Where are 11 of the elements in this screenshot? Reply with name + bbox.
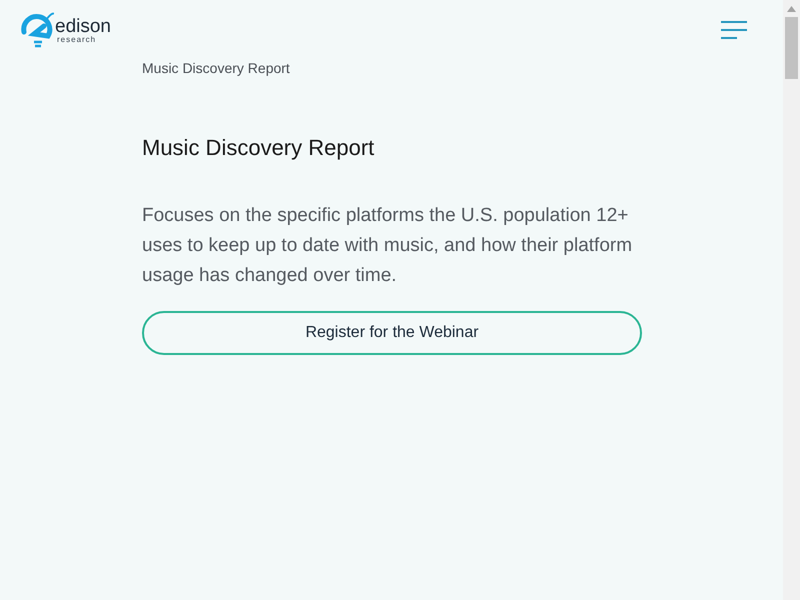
scroll-thumb[interactable] xyxy=(785,17,798,79)
menu-icon[interactable] xyxy=(721,21,747,39)
page-title: Music Discovery Report xyxy=(142,134,374,162)
breadcrumb[interactable]: Music Discovery Report xyxy=(142,58,290,79)
register-button[interactable]: Register for the Webinar xyxy=(142,311,642,355)
logo-icon xyxy=(20,10,54,50)
description: Focuses on the specific platforms the U.S. population 12+ uses to keep up to date with music, and how their platform usage has changed over time. xyxy=(142,204,634,288)
scroll-up-icon[interactable] xyxy=(787,6,796,12)
scrollbar[interactable] xyxy=(783,0,800,600)
logo-tagline: research xyxy=(57,36,98,44)
logo-wordmark: edison xyxy=(55,16,111,36)
